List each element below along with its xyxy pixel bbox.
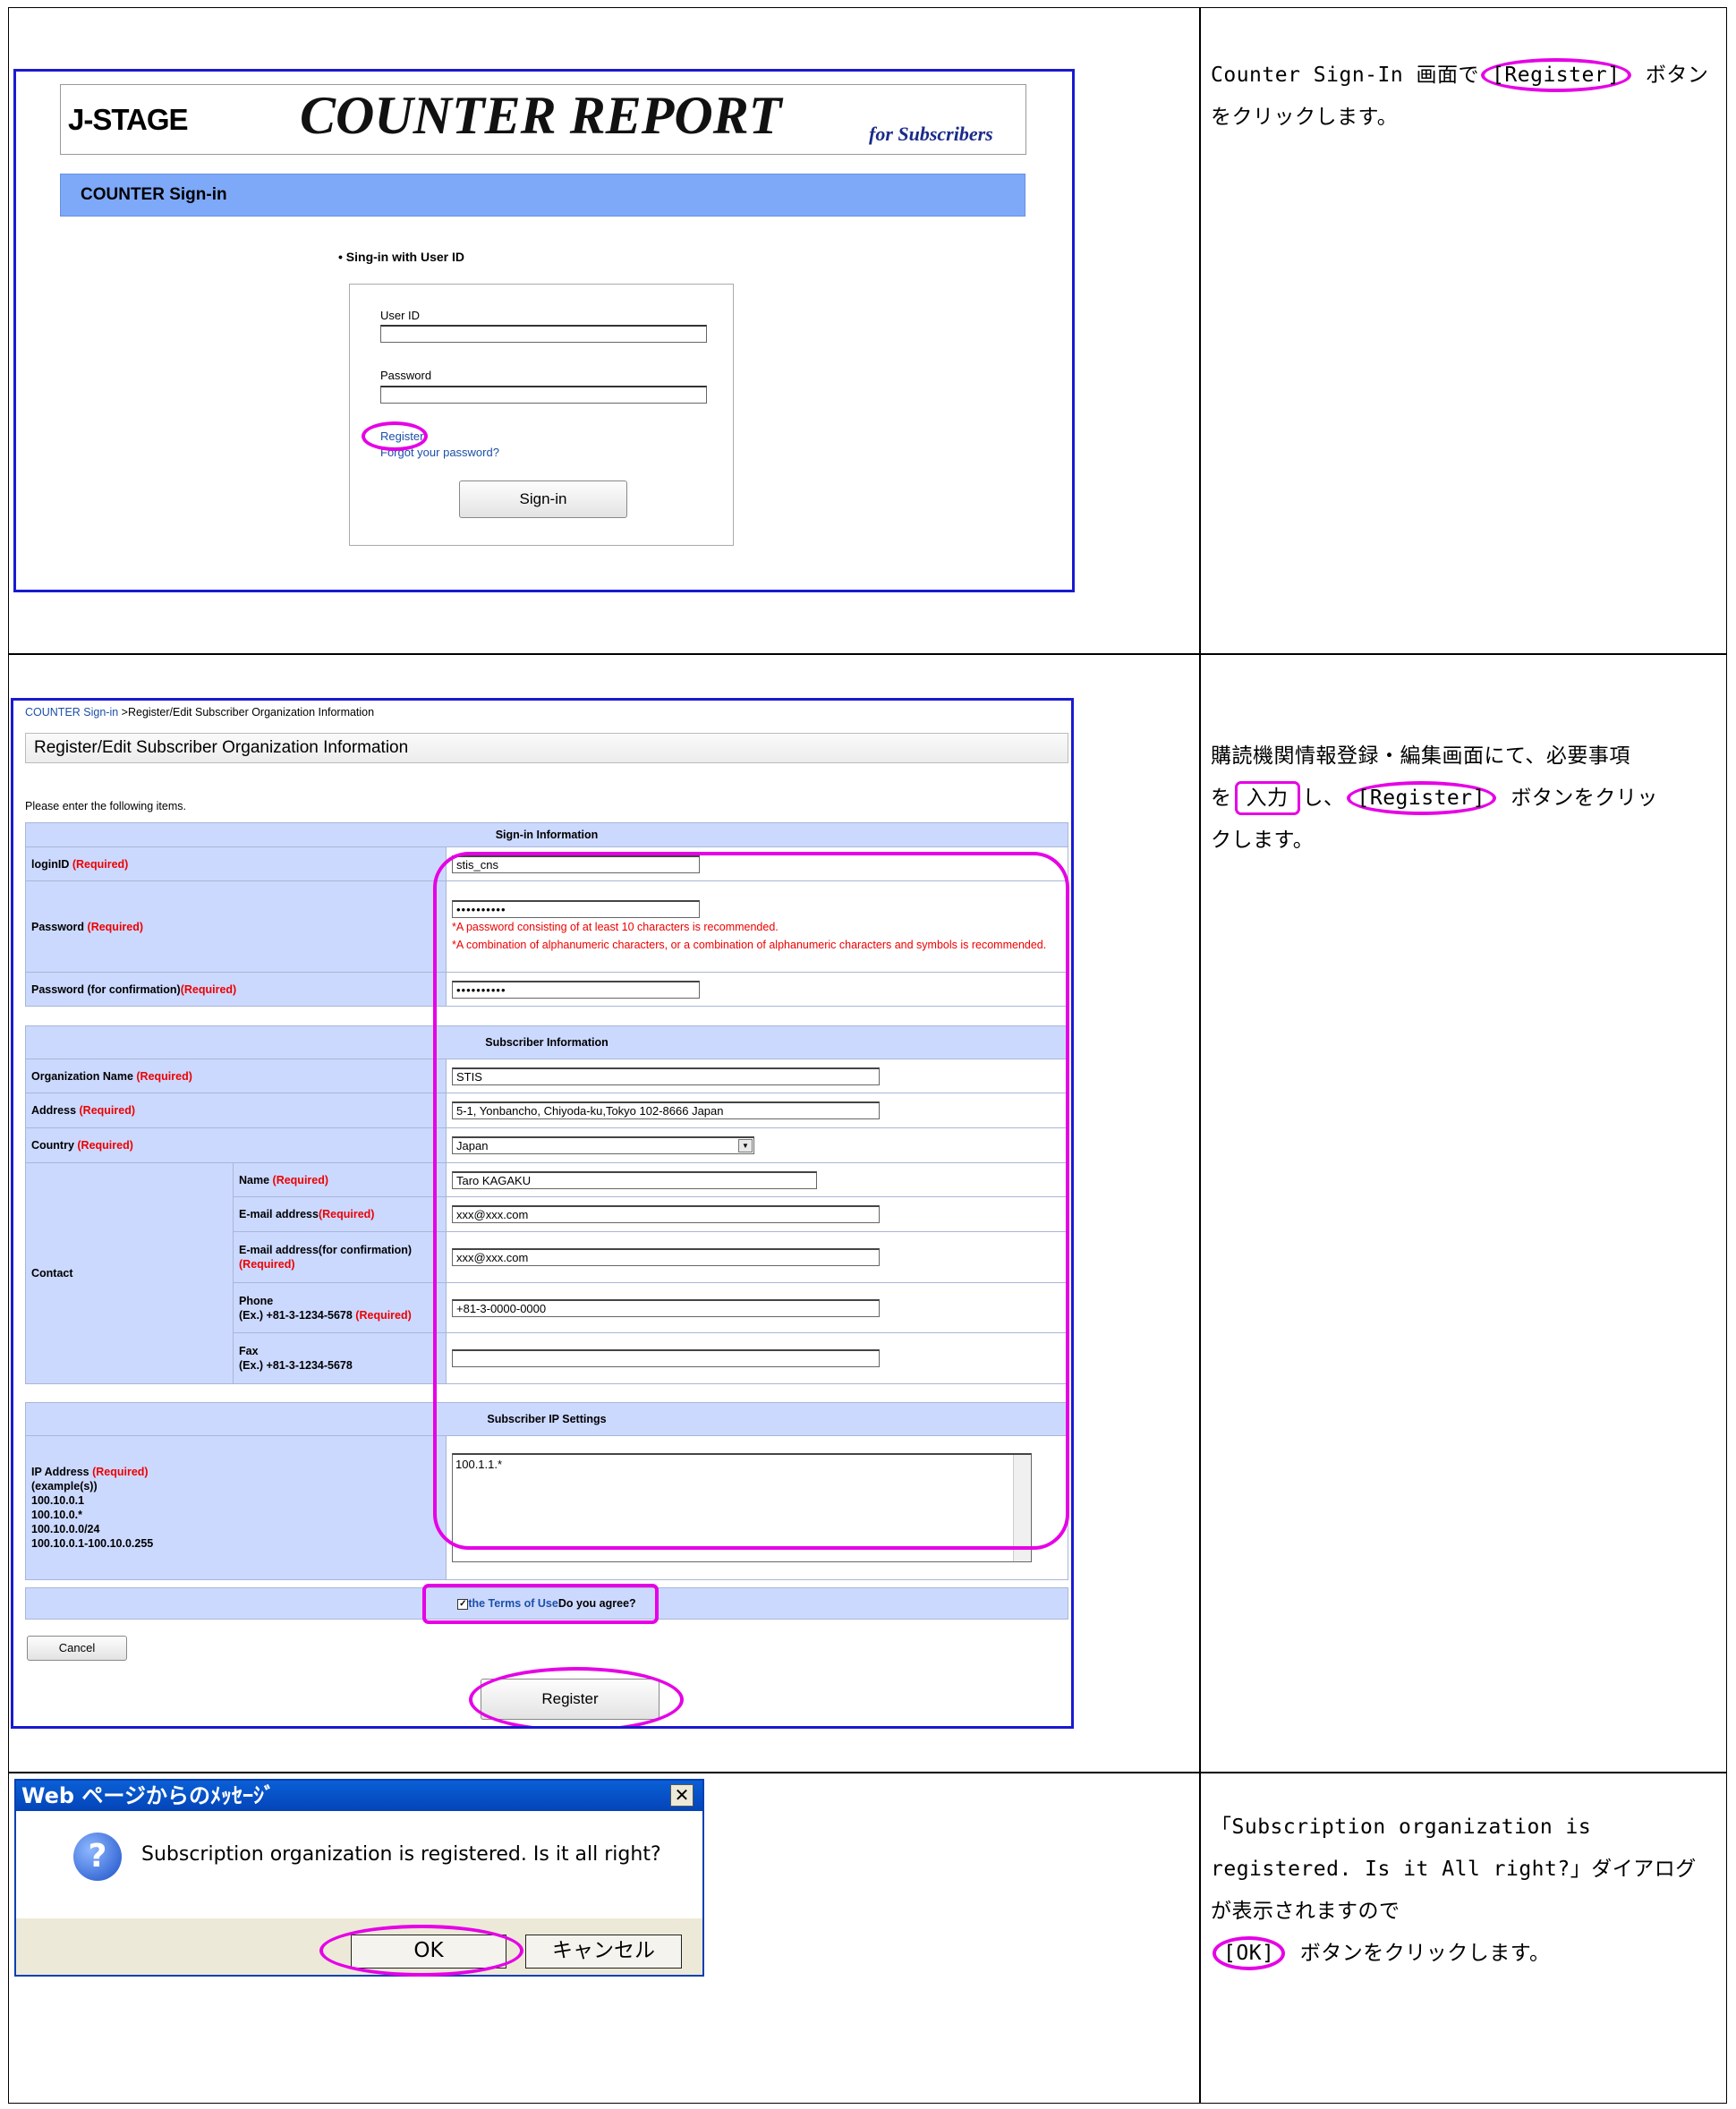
dialog-titlebar: Web ページからのﾒｯｾｰｼﾞ ✕ <box>16 1781 702 1811</box>
desc-text: ボタンをクリックします。 <box>1287 1942 1551 1965</box>
breadcrumb-link[interactable]: COUNTER Sign-in <box>25 706 118 719</box>
signin-button[interactable]: Sign-in <box>459 480 627 518</box>
phone-label: Phone (Ex.) +81-3-1234-5678 (Required) <box>233 1282 447 1333</box>
signin-info-header: Sign-in Information <box>25 822 1068 847</box>
register-button-ref: [Register] <box>1346 781 1496 815</box>
dialog-body: ? Subscription organization is registere… <box>16 1811 702 1918</box>
confirm-dialog: Web ページからのﾒｯｾｰｼﾞ ✕ ? Subscription organiz… <box>14 1779 704 1977</box>
page-title: Register/Edit Subscriber Organization In… <box>25 733 1068 763</box>
question-icon: ? <box>73 1833 122 1881</box>
input-area-highlight <box>433 852 1069 1550</box>
dialog-title: Web ページからのﾒｯｾｰｼﾞ <box>21 1783 275 1808</box>
desc-text: 「Subscription organization is <box>1211 1816 1592 1839</box>
instruction-table: J-STAGE COUNTER REPORT for Subscribers C… <box>8 7 1727 2104</box>
desc-text: を <box>1211 787 1232 810</box>
register-highlight <box>362 421 428 451</box>
breadcrumb: COUNTER Sign-in >Register/Edit Subscribe… <box>25 706 374 719</box>
desc-text: Counter Sign-In 画面で <box>1211 64 1480 87</box>
step1-description: Counter Sign-In 画面で [Register] ボタンをクリックしま… <box>1211 55 1721 139</box>
email-label: E-mail address(Required) <box>233 1196 447 1232</box>
contact-label: Contact <box>25 1162 234 1384</box>
cancel-button[interactable]: Cancel <box>27 1636 127 1661</box>
password-input[interactable] <box>380 386 707 404</box>
column-divider <box>1199 8 1201 2103</box>
step3-description: 「Subscription organization is registered… <box>1211 1807 1721 1975</box>
org-name-label: Organization Name (Required) <box>25 1059 447 1093</box>
address-label: Address (Required) <box>25 1093 447 1128</box>
email-confirm-label: E-mail address(for confirmation) (Require… <box>233 1231 447 1283</box>
ip-address-label: IP Address (Required) (example(s)) 100.10.… <box>25 1435 447 1580</box>
register-highlight <box>469 1667 684 1726</box>
desc-text: クします。 <box>1211 829 1315 852</box>
desc-text: が表示されますので <box>1211 1900 1400 1923</box>
step2-description: 購読機関情報登録・編集画面にて、必要事項 を入力 し、 [Register] ボタン… <box>1211 736 1721 862</box>
banner-tagline: for Subscribers <box>869 123 993 145</box>
desc-text: ボタンをクリッ <box>1497 787 1658 810</box>
close-icon[interactable]: ✕ <box>670 1784 694 1807</box>
banner-title: COUNTER REPORT <box>300 86 782 145</box>
desc-text: し、 <box>1302 787 1345 810</box>
fax-label: Fax (Ex.) +81-3-1234-5678 <box>233 1332 447 1384</box>
input-ref: 入力 <box>1234 781 1300 815</box>
dialog-cancel-button[interactable]: キャンセル <box>525 1935 682 1969</box>
breadcrumb-current: >Register/Edit Subscriber Organization I… <box>118 706 375 719</box>
section-bar: COUNTER Sign-in <box>60 174 1025 217</box>
ok-highlight <box>319 1925 523 1977</box>
contact-name-label: Name (Required) <box>233 1162 447 1197</box>
register-button-ref: [Register] <box>1481 58 1631 92</box>
jstage-logo: J-STAGE <box>68 103 189 136</box>
userid-label: User ID <box>380 309 421 322</box>
desc-text: registered. Is it All right?」ダイアログ <box>1211 1858 1697 1881</box>
login-label: loginID (Required) <box>25 846 447 881</box>
dialog-message: Subscription organization is registered.… <box>141 1843 661 1866</box>
confirm-password-label: Password (for confirmation)(Required) <box>25 972 447 1007</box>
signin-screenshot: J-STAGE COUNTER REPORT for Subscribers C… <box>13 69 1075 592</box>
banner: J-STAGE COUNTER REPORT for Subscribers <box>60 84 1026 155</box>
password-label: Password <box>380 369 432 382</box>
signin-heading: • Sing-in with User ID <box>338 250 465 264</box>
register-form-screenshot: COUNTER Sign-in >Register/Edit Subscribe… <box>11 698 1074 1729</box>
password-label: Password (Required) <box>25 880 447 973</box>
row-divider <box>9 653 1726 655</box>
intro-text: Please enter the following items. <box>25 800 186 812</box>
signin-box: User ID Password Register Forgot your pa… <box>349 284 734 546</box>
terms-highlight <box>422 1584 659 1624</box>
row-divider <box>9 1772 1726 1773</box>
desc-text: 購読機関情報登録・編集画面にて、必要事項 <box>1211 744 1630 768</box>
ok-button-ref: [OK] <box>1213 1936 1286 1970</box>
userid-input[interactable] <box>380 325 707 343</box>
country-label: Country (Required) <box>25 1127 447 1163</box>
